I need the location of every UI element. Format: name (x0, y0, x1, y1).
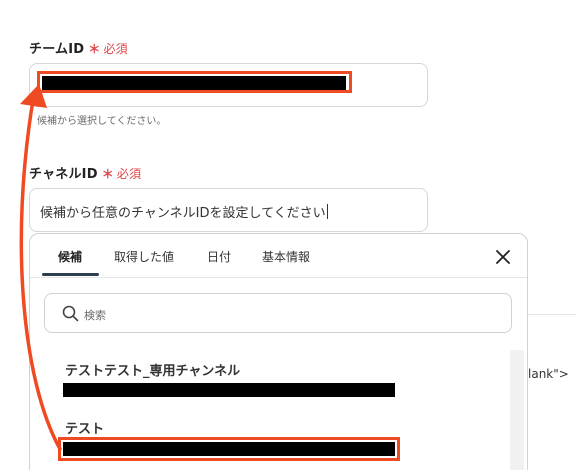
annotation-arrow-line (19, 98, 62, 451)
annotation-arrow-head (20, 84, 47, 108)
annotation-arrow (19, 84, 62, 451)
page: チームID ＊必須 候補から選択してください。 チャネルID ＊必須 候補から任意の… (0, 0, 576, 470)
